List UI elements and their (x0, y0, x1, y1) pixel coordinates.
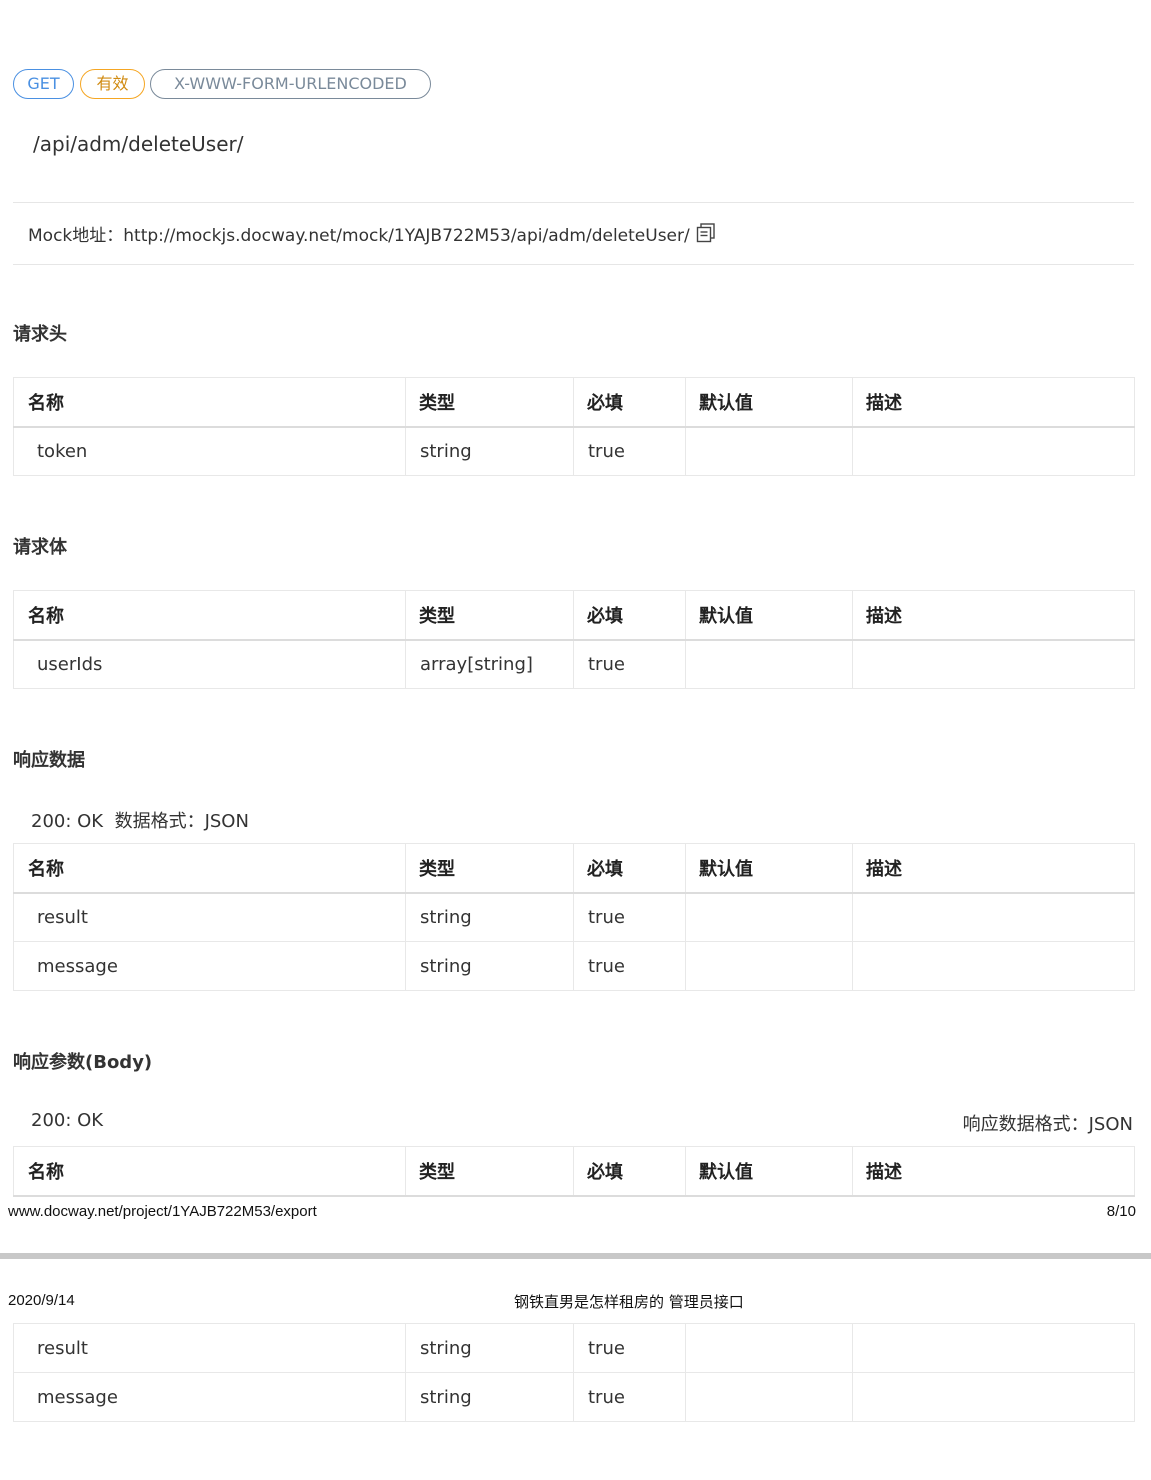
column-header-type: 类型 (405, 590, 574, 640)
mock-url[interactable]: http://mockjs.docway.net/mock/1YAJB722M5… (123, 226, 689, 246)
column-header-type: 类型 (405, 1146, 574, 1196)
cell-required: true (573, 892, 686, 942)
response-params-status: 200: OK (31, 1110, 104, 1131)
column-header-name: 名称 (13, 590, 406, 640)
column-header-required: 必填 (573, 377, 686, 427)
status-tag: 有效 (80, 69, 145, 99)
column-header-default: 默认值 (685, 377, 853, 427)
column-header-type: 类型 (405, 377, 574, 427)
cell-type: string (405, 941, 574, 991)
column-header-description: 描述 (852, 843, 1135, 893)
cell-required: true (573, 1372, 686, 1422)
column-header-required: 必填 (573, 1146, 686, 1196)
cell-name: result (13, 892, 406, 942)
request-body-table: 名称 类型 必填 默认值 描述 userIds array[string] true (13, 590, 1135, 689)
table-header-row: 名称 类型 必填 默认值 描述 (13, 843, 1135, 893)
response-params-rows-table: result string true message string true (13, 1323, 1135, 1422)
section-title-response-params: 响应参数(Body) (13, 1052, 153, 1073)
column-header-default: 默认值 (685, 1146, 853, 1196)
column-header-default: 默认值 (685, 590, 853, 640)
response-data-status: 200: OK 数据格式：JSON (31, 807, 249, 833)
api-path: /api/adm/deleteUser/ (33, 132, 244, 156)
column-header-required: 必填 (573, 843, 686, 893)
column-header-name: 名称 (13, 843, 406, 893)
table-header-row: 名称 类型 必填 默认值 描述 (13, 377, 1135, 427)
divider (13, 264, 1134, 265)
response-status-code: 200: OK (31, 811, 104, 832)
table-row: token string true (13, 426, 1135, 476)
column-header-default: 默认值 (685, 843, 853, 893)
column-header-description: 描述 (852, 377, 1135, 427)
cell-description (852, 1323, 1135, 1373)
cell-required: true (573, 426, 686, 476)
table-row: message string true (13, 941, 1135, 991)
section-title-response-data: 响应数据 (13, 750, 85, 771)
cell-default (685, 941, 853, 991)
column-header-type: 类型 (405, 843, 574, 893)
cell-name: userIds (13, 639, 406, 689)
copy-icon[interactable] (696, 223, 716, 248)
cell-default (685, 892, 853, 942)
column-header-name: 名称 (13, 377, 406, 427)
cell-type: string (405, 426, 574, 476)
cell-type: string (405, 1372, 574, 1422)
table-row: userIds array[string] true (13, 639, 1135, 689)
cell-default (685, 639, 853, 689)
cell-description (852, 639, 1135, 689)
cell-required: true (573, 1323, 686, 1373)
footer-url: www.docway.net/project/1YAJB722M53/expor… (8, 1203, 317, 1220)
header-title: 钢铁直男是怎样租房的 管理员接口 (514, 1293, 744, 1311)
cell-type: string (405, 1323, 574, 1373)
table-row: result string true (13, 892, 1135, 942)
response-params-format: 响应数据格式：JSON (962, 1114, 1133, 1135)
table-row: message string true (13, 1372, 1135, 1422)
cell-default (685, 1372, 853, 1422)
page-break (0, 1253, 1151, 1259)
table-header-row: 名称 类型 必填 默认值 描述 (13, 1146, 1135, 1196)
content-type-tag: X-WWW-FORM-URLENCODED (150, 69, 431, 99)
header-date: 2020/9/14 (8, 1292, 75, 1309)
method-tag: GET (13, 69, 74, 99)
cell-type: string (405, 892, 574, 942)
cell-description (852, 892, 1135, 942)
mock-address: Mock地址：http://mockjs.docway.net/mock/1YA… (28, 221, 716, 248)
section-title-request-body: 请求体 (13, 537, 67, 558)
cell-name: result (13, 1323, 406, 1373)
cell-description (852, 426, 1135, 476)
mock-label: Mock地址： (28, 226, 124, 246)
divider (13, 202, 1134, 203)
request-headers-table: 名称 类型 必填 默认值 描述 token string true (13, 377, 1135, 476)
cell-default (685, 426, 853, 476)
cell-required: true (573, 941, 686, 991)
response-data-table: 名称 类型 必填 默认值 描述 result string true message string… (13, 843, 1135, 991)
cell-description (852, 941, 1135, 991)
column-header-name: 名称 (13, 1146, 406, 1196)
footer-page-number: 8/10 (1106, 1203, 1136, 1220)
column-header-required: 必填 (573, 590, 686, 640)
cell-type: array[string] (405, 639, 574, 689)
table-header-row: 名称 类型 必填 默认值 描述 (13, 590, 1135, 640)
cell-name: message (13, 1372, 406, 1422)
response-params-header-table: 名称 类型 必填 默认值 描述 (13, 1146, 1135, 1197)
cell-name: message (13, 941, 406, 991)
column-header-description: 描述 (852, 590, 1135, 640)
section-title-request-headers: 请求头 (13, 324, 67, 345)
response-data-format: 数据格式：JSON (114, 811, 249, 832)
cell-description (852, 1372, 1135, 1422)
cell-default (685, 1323, 853, 1373)
column-header-description: 描述 (852, 1146, 1135, 1196)
cell-required: true (573, 639, 686, 689)
cell-name: token (13, 426, 406, 476)
table-row: result string true (13, 1323, 1135, 1373)
